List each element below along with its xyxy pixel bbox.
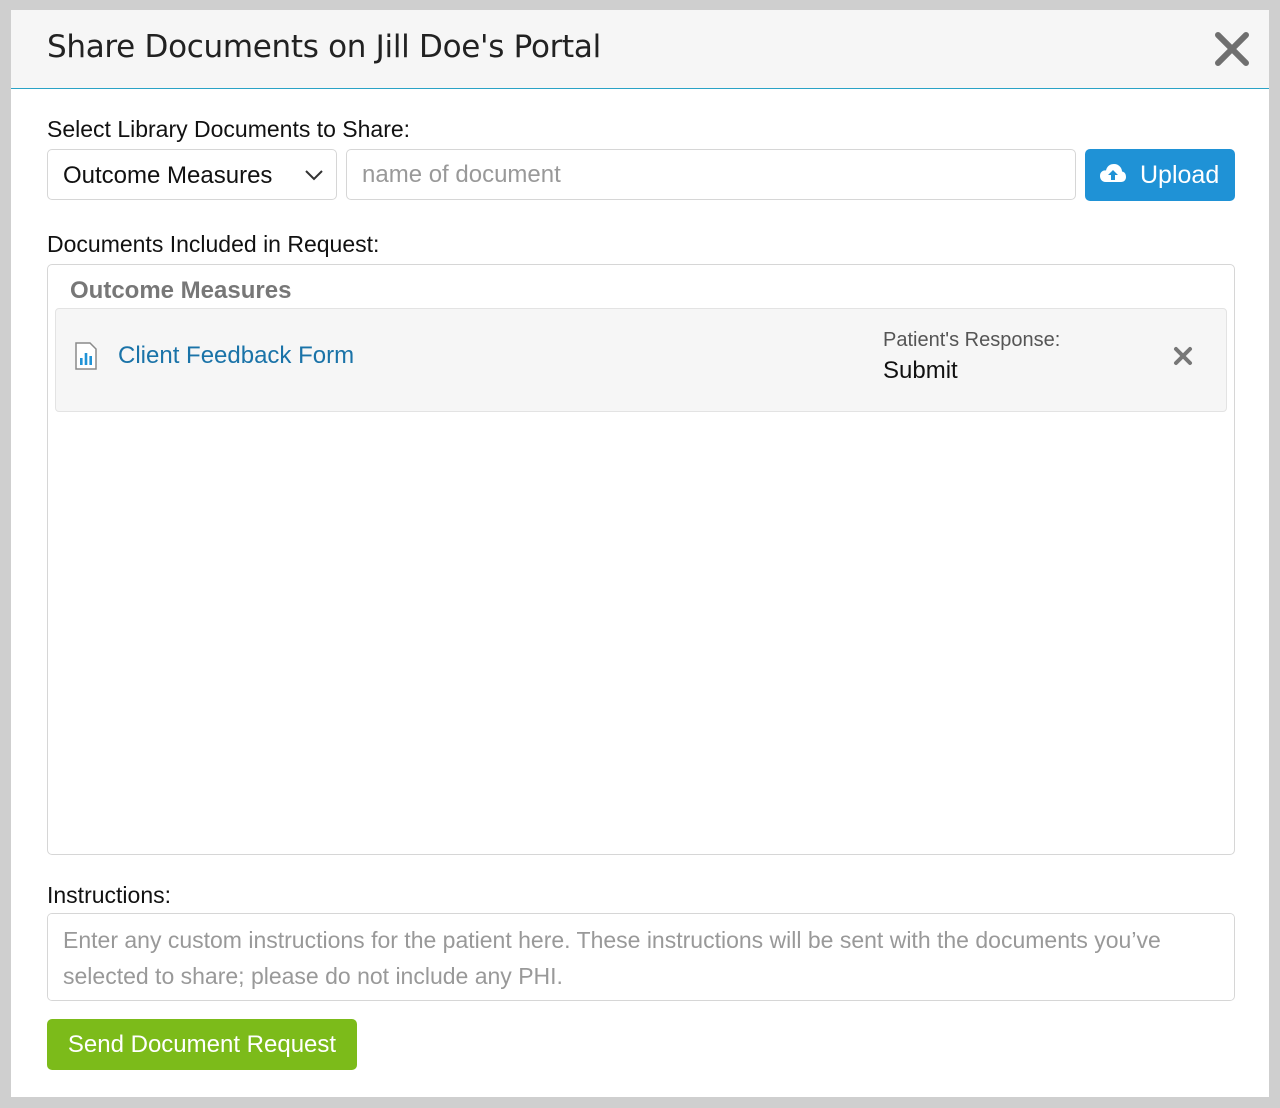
upload-button[interactable]: Upload [1085, 149, 1235, 201]
document-link[interactable]: Client Feedback Form [118, 342, 354, 370]
modal-title: Share Documents on Jill Doe's Portal [47, 29, 601, 65]
category-select[interactable]: Outcome Measures [47, 149, 337, 200]
close-icon [1215, 32, 1249, 66]
document-row: Client Feedback Form Patient's Response:… [55, 308, 1227, 412]
close-icon [1174, 347, 1192, 365]
remove-document-button[interactable] [1172, 345, 1194, 367]
group-title: Outcome Measures [70, 277, 292, 304]
bar-chart-document-icon [75, 342, 97, 370]
patient-response-label: Patient's Response: [883, 329, 1061, 351]
instructions-textarea[interactable] [47, 913, 1235, 1001]
close-button[interactable] [1213, 30, 1251, 68]
upload-button-label: Upload [1140, 161, 1220, 189]
patient-response-value[interactable]: Submit [883, 357, 958, 385]
library-label: Select Library Documents to Share: [47, 116, 411, 142]
send-document-request-button[interactable]: Send Document Request [47, 1019, 357, 1070]
included-documents-list: Outcome Measures Client Feedback Form Pa… [47, 264, 1235, 855]
category-select-value: Outcome Measures [63, 162, 273, 189]
modal-header: Share Documents on Jill Doe's Portal [11, 10, 1269, 89]
cloud-upload-icon [1100, 164, 1126, 182]
document-name-input[interactable] [346, 149, 1076, 200]
chevron-down-icon [305, 170, 323, 181]
share-documents-modal: Share Documents on Jill Doe's Portal Sel… [11, 10, 1269, 1097]
included-label: Documents Included in Request: [47, 231, 380, 257]
instructions-label: Instructions: [47, 882, 171, 908]
